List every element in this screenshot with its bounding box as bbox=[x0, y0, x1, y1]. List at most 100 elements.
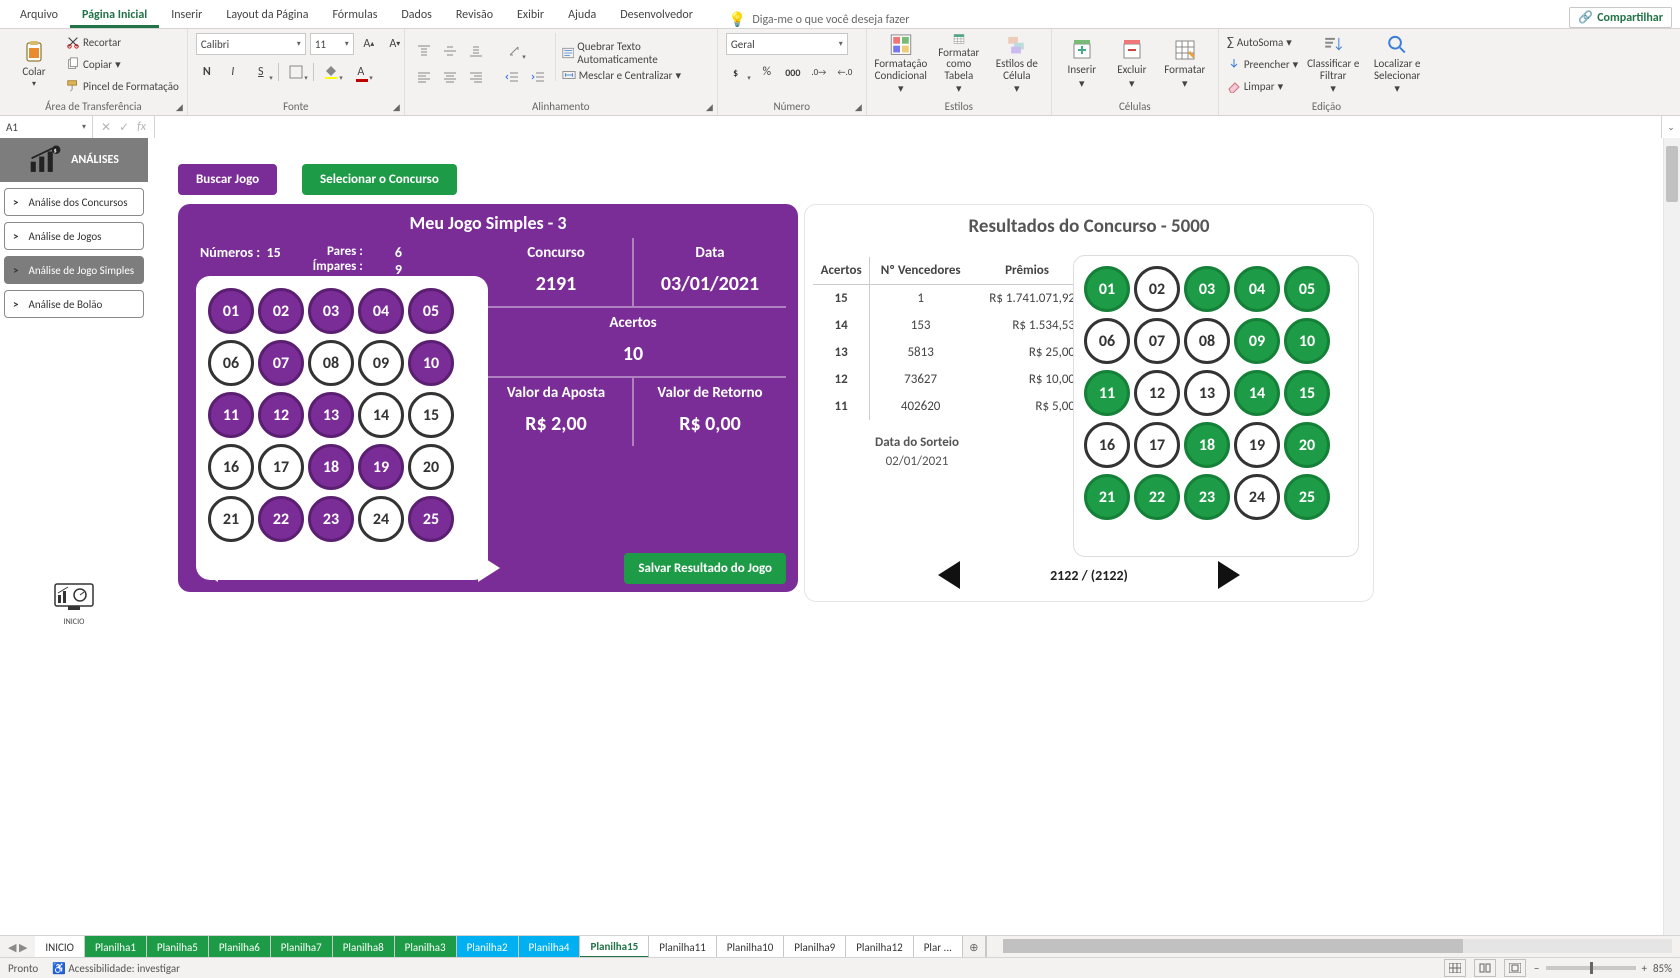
sheet-nav[interactable]: ◀ ▶ bbox=[0, 936, 35, 958]
sheet-tab-Planilha1[interactable]: Planilha1 bbox=[85, 936, 147, 958]
name-box[interactable]: A1▾ bbox=[0, 116, 93, 138]
view-page-layout[interactable] bbox=[1474, 959, 1496, 977]
zoom-control[interactable]: −+ 85% bbox=[1534, 962, 1672, 975]
status-accessibility[interactable]: ♿ Acessibilidade: investigar bbox=[52, 962, 180, 975]
number-format-select[interactable]: Geral▾ bbox=[726, 33, 848, 55]
vertical-scrollbar[interactable] bbox=[1663, 138, 1680, 936]
underline-button[interactable]: S bbox=[248, 61, 274, 83]
borders-button[interactable] bbox=[283, 61, 309, 83]
dec-decimal[interactable]: ←.0 bbox=[834, 61, 856, 83]
enter-fx-icon[interactable]: ✓ bbox=[119, 120, 129, 135]
view-normal[interactable] bbox=[1444, 959, 1466, 977]
home-shortcut[interactable]: INICIO bbox=[54, 583, 94, 627]
menu-tab-desenvolvedor[interactable]: Desenvolvedor bbox=[608, 4, 705, 28]
sort-filter[interactable]: Classificar e Filtrar ▾ bbox=[1304, 33, 1362, 95]
sidebar-item-1[interactable]: >Análise de Jogos bbox=[4, 222, 144, 250]
sheet-tab-Planilha11[interactable]: Planilha11 bbox=[649, 936, 717, 958]
ball-21: 21 bbox=[208, 496, 254, 542]
fill-color-button[interactable] bbox=[318, 61, 344, 83]
font-name-select[interactable]: Calibri▾ bbox=[196, 33, 306, 55]
view-page-break[interactable] bbox=[1504, 959, 1526, 977]
sheet-tab-Planilha15[interactable]: Planilha15 bbox=[580, 936, 649, 958]
sheet-tab-Planilha3[interactable]: Planilha3 bbox=[395, 936, 457, 958]
sheet-tab-Planilha9[interactable]: Planilha9 bbox=[784, 936, 846, 958]
salvar-resultado-button[interactable]: Salvar Resultado do Jogo bbox=[624, 553, 786, 584]
next-jogo-button[interactable] bbox=[478, 554, 500, 582]
sidebar-item-3[interactable]: >Análise de Bolão bbox=[4, 290, 144, 318]
format-as-table[interactable]: Formatar como Tabela ▾ bbox=[933, 33, 985, 95]
buscar-jogo-button[interactable]: Buscar Jogo bbox=[178, 164, 277, 195]
inc-decimal[interactable]: .0→ bbox=[808, 61, 830, 83]
indent-inc[interactable] bbox=[527, 66, 549, 88]
merge-center[interactable]: Mesclar e Centralizar ▾ bbox=[562, 66, 709, 84]
sheet-tab-Planilha8[interactable]: Planilha8 bbox=[333, 936, 395, 958]
indent-dec[interactable] bbox=[501, 66, 523, 88]
align-middle[interactable] bbox=[439, 40, 461, 62]
paste-button[interactable]: Colar▾ bbox=[8, 33, 60, 95]
menu-tab-fórmulas[interactable]: Fórmulas bbox=[320, 4, 389, 28]
align-bottom[interactable] bbox=[465, 40, 487, 62]
ribbon: Colar▾ Recortar Copiar ▾ Pincel de Forma… bbox=[0, 29, 1680, 116]
orientation[interactable] bbox=[501, 40, 527, 62]
delete-cells[interactable]: Excluir▾ bbox=[1110, 33, 1154, 95]
thousands[interactable]: 000 bbox=[782, 61, 804, 83]
copy-button[interactable]: Copiar ▾ bbox=[66, 55, 179, 73]
sheet-tab-Planilha12[interactable]: Planilha12 bbox=[846, 936, 914, 958]
format-cells[interactable]: Formatar▾ bbox=[1160, 33, 1210, 95]
format-painter-button[interactable]: Pincel de Formatação bbox=[66, 77, 179, 95]
autosum[interactable]: ∑AutoSoma ▾ bbox=[1227, 33, 1298, 51]
align-left[interactable] bbox=[413, 66, 435, 88]
tell-me[interactable]: 💡Diga-me o que você deseja fazer bbox=[729, 11, 910, 28]
share-button[interactable]: 🔗Compartilhar bbox=[1569, 7, 1672, 28]
sidebar-item-0[interactable]: >Análise dos Concursos bbox=[4, 188, 144, 216]
grow-font-button[interactable]: A▴ bbox=[358, 33, 380, 55]
cut-button[interactable]: Recortar bbox=[66, 33, 179, 51]
sheet-tab-Planilha5[interactable]: Planilha5 bbox=[147, 936, 209, 958]
find-select[interactable]: Localizar e Selecionar ▾ bbox=[1368, 33, 1426, 95]
clear[interactable]: Limpar ▾ bbox=[1227, 77, 1298, 95]
align-center[interactable] bbox=[439, 66, 461, 88]
menu-tab-arquivo[interactable]: Arquivo bbox=[8, 4, 70, 28]
conditional-formatting[interactable]: Formatação Condicional ▾ bbox=[875, 33, 927, 95]
sheet-tab-Planilha7[interactable]: Planilha7 bbox=[271, 936, 333, 958]
prev-jogo-button[interactable] bbox=[196, 554, 218, 582]
font-size-select[interactable]: 11▾ bbox=[310, 33, 354, 55]
selecionar-concurso-button[interactable]: Selecionar o Concurso bbox=[302, 164, 457, 195]
percent[interactable]: % bbox=[756, 61, 778, 83]
sidebar-item-2[interactable]: >Análise de Jogo Simples bbox=[4, 256, 144, 284]
horizontal-scrollbar[interactable] bbox=[1003, 939, 1672, 953]
menu-tab-exibir[interactable]: Exibir bbox=[505, 4, 556, 28]
sheet-tab-Planilha10[interactable]: Planilha10 bbox=[717, 936, 785, 958]
wrap-text[interactable]: Quebrar Texto Automaticamente bbox=[562, 44, 709, 62]
fx-icon[interactable]: fx bbox=[137, 120, 146, 134]
bold-button[interactable]: N bbox=[196, 61, 218, 83]
menu-tab-ajuda[interactable]: Ajuda bbox=[556, 4, 608, 28]
sheet-tab-Plar ...[interactable]: Plar ... bbox=[914, 936, 963, 958]
cancel-fx-icon[interactable]: ✕ bbox=[101, 120, 111, 135]
sheet-tab-INICIO[interactable]: INICIO bbox=[35, 936, 85, 958]
menu-tab-layout-da-página[interactable]: Layout da Página bbox=[214, 4, 320, 28]
accounting[interactable]: $ bbox=[726, 61, 752, 83]
prev-concurso-button[interactable] bbox=[938, 561, 960, 589]
menu-tab-dados[interactable]: Dados bbox=[389, 4, 443, 28]
ball-17: 17 bbox=[258, 444, 304, 490]
new-sheet-button[interactable]: ⊕ bbox=[963, 936, 986, 958]
sheet-tab-Planilha4[interactable]: Planilha4 bbox=[519, 936, 581, 958]
font-color-button[interactable]: A bbox=[348, 61, 374, 83]
sheet-tab-Planilha2[interactable]: Planilha2 bbox=[457, 936, 519, 958]
formula-input[interactable] bbox=[155, 116, 1661, 138]
align-right[interactable] bbox=[465, 66, 487, 88]
shrink-font-button[interactable]: A▾ bbox=[384, 33, 406, 55]
menu-tab-revisão[interactable]: Revisão bbox=[444, 4, 505, 28]
italic-button[interactable]: I bbox=[222, 61, 244, 83]
menu-tab-página-inicial[interactable]: Página Inicial bbox=[70, 4, 159, 28]
sheet-tab-Planilha6[interactable]: Planilha6 bbox=[209, 936, 271, 958]
align-top[interactable] bbox=[413, 40, 435, 62]
cell-styles[interactable]: Estilos de Célula ▾ bbox=[991, 33, 1043, 95]
menu-tab-inserir[interactable]: Inserir bbox=[159, 4, 214, 28]
next-concurso-button[interactable] bbox=[1218, 561, 1240, 589]
status-bar: Pronto ♿ Acessibilidade: investigar −+ 8… bbox=[0, 957, 1680, 978]
insert-cells[interactable]: Inserir▾ bbox=[1060, 33, 1104, 95]
expand-formula-bar[interactable]: ⌄ bbox=[1661, 116, 1680, 138]
fill[interactable]: Preencher ▾ bbox=[1227, 55, 1298, 73]
